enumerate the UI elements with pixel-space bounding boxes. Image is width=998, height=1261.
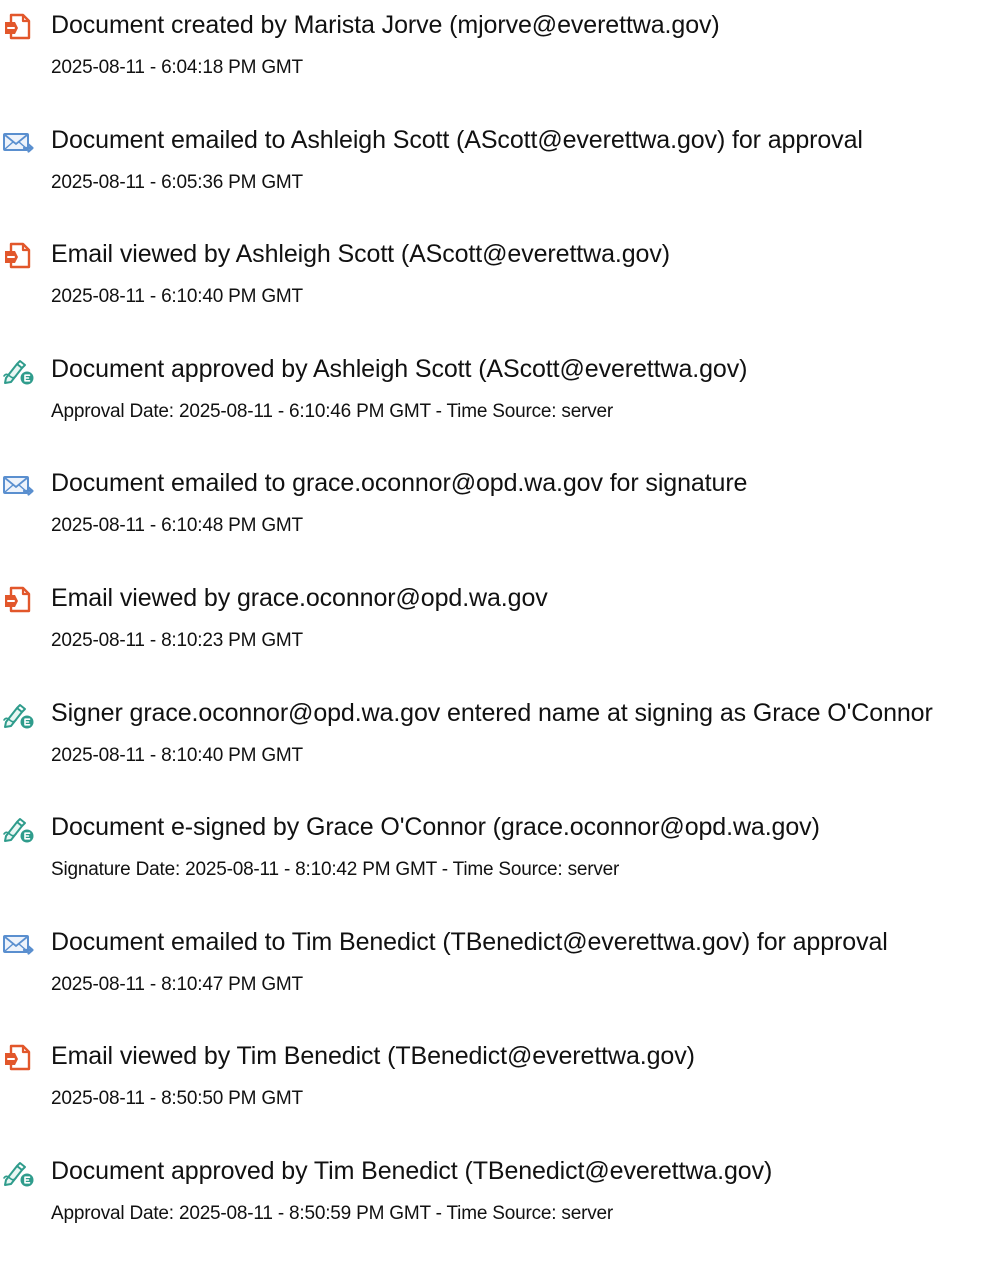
email-icon — [2, 470, 36, 500]
audit-event: Signer grace.oconnor@opd.wa.gov entered … — [0, 688, 998, 803]
audit-event: Email viewed by Tim Benedict (TBenedict@… — [0, 1031, 998, 1146]
event-title: Document emailed to grace.oconnor@opd.wa… — [51, 469, 748, 498]
event-timestamp: 2025-08-11 - 8:50:50 PM GMT — [51, 1088, 303, 1110]
document-icon — [2, 1043, 36, 1073]
event-title: Document emailed to Ashleigh Scott (ASco… — [51, 125, 863, 154]
event-title: Document e-signed by Grace O'Connor (gra… — [51, 813, 820, 842]
signature-icon — [2, 700, 36, 730]
event-title: Signer grace.oconnor@opd.wa.gov entered … — [51, 698, 933, 727]
audit-event: Document emailed to Ashleigh Scott (ASco… — [0, 115, 998, 230]
event-signature-date: Signature Date: 2025-08-11 - 8:10:42 PM … — [51, 859, 620, 881]
signature-icon — [2, 356, 36, 386]
event-timestamp: 2025-08-11 - 6:05:36 PM GMT — [51, 171, 303, 193]
event-approval-date: Approval Date: 2025-08-11 - 6:10:46 PM G… — [51, 400, 614, 422]
document-icon — [2, 241, 36, 271]
audit-event: Document emailed to Tim Benedict (TBened… — [0, 917, 998, 1032]
audit-event: Email viewed by grace.oconnor@opd.wa.gov… — [0, 573, 998, 688]
event-timestamp: 2025-08-11 - 6:10:40 PM GMT — [51, 286, 303, 308]
audit-event: Document e-signed by Grace O'Connor (gra… — [0, 802, 998, 917]
event-timestamp: 2025-08-11 - 8:10:23 PM GMT — [51, 629, 303, 651]
event-timestamp: 2025-08-11 - 6:10:48 PM GMT — [51, 515, 303, 537]
event-title: Document approved by Tim Benedict (TBene… — [51, 1156, 773, 1185]
signature-icon — [2, 1158, 36, 1188]
event-title: Document approved by Ashleigh Scott (ASc… — [51, 354, 748, 383]
audit-event: Document approved by Ashleigh Scott (ASc… — [0, 344, 998, 459]
audit-event: Document created by Marista Jorve (mjorv… — [0, 0, 998, 115]
event-title: Email viewed by Tim Benedict (TBenedict@… — [51, 1042, 695, 1071]
event-title: Email viewed by Ashleigh Scott (AScott@e… — [51, 240, 670, 269]
event-title: Document emailed to Tim Benedict (TBened… — [51, 927, 888, 956]
audit-event-list: Document created by Marista Jorve (mjorv… — [0, 0, 998, 1261]
event-timestamp: 2025-08-11 - 8:10:40 PM GMT — [51, 744, 303, 766]
email-icon — [2, 929, 36, 959]
email-icon — [2, 127, 36, 157]
signature-icon — [2, 814, 36, 844]
audit-event: Email viewed by Ashleigh Scott (AScott@e… — [0, 229, 998, 344]
event-timestamp: 2025-08-11 - 8:10:47 PM GMT — [51, 973, 303, 995]
audit-event: Document approved by Tim Benedict (TBene… — [0, 1146, 998, 1261]
event-title: Document created by Marista Jorve (mjorv… — [51, 11, 720, 39]
event-title: Email viewed by grace.oconnor@opd.wa.gov — [51, 583, 548, 612]
document-icon — [2, 12, 36, 42]
event-approval-date: Approval Date: 2025-08-11 - 8:50:59 PM G… — [51, 1202, 614, 1224]
document-icon — [2, 585, 36, 615]
event-timestamp: 2025-08-11 - 6:04:18 PM GMT — [51, 57, 303, 78]
audit-event: Document emailed to grace.oconnor@opd.wa… — [0, 458, 998, 573]
